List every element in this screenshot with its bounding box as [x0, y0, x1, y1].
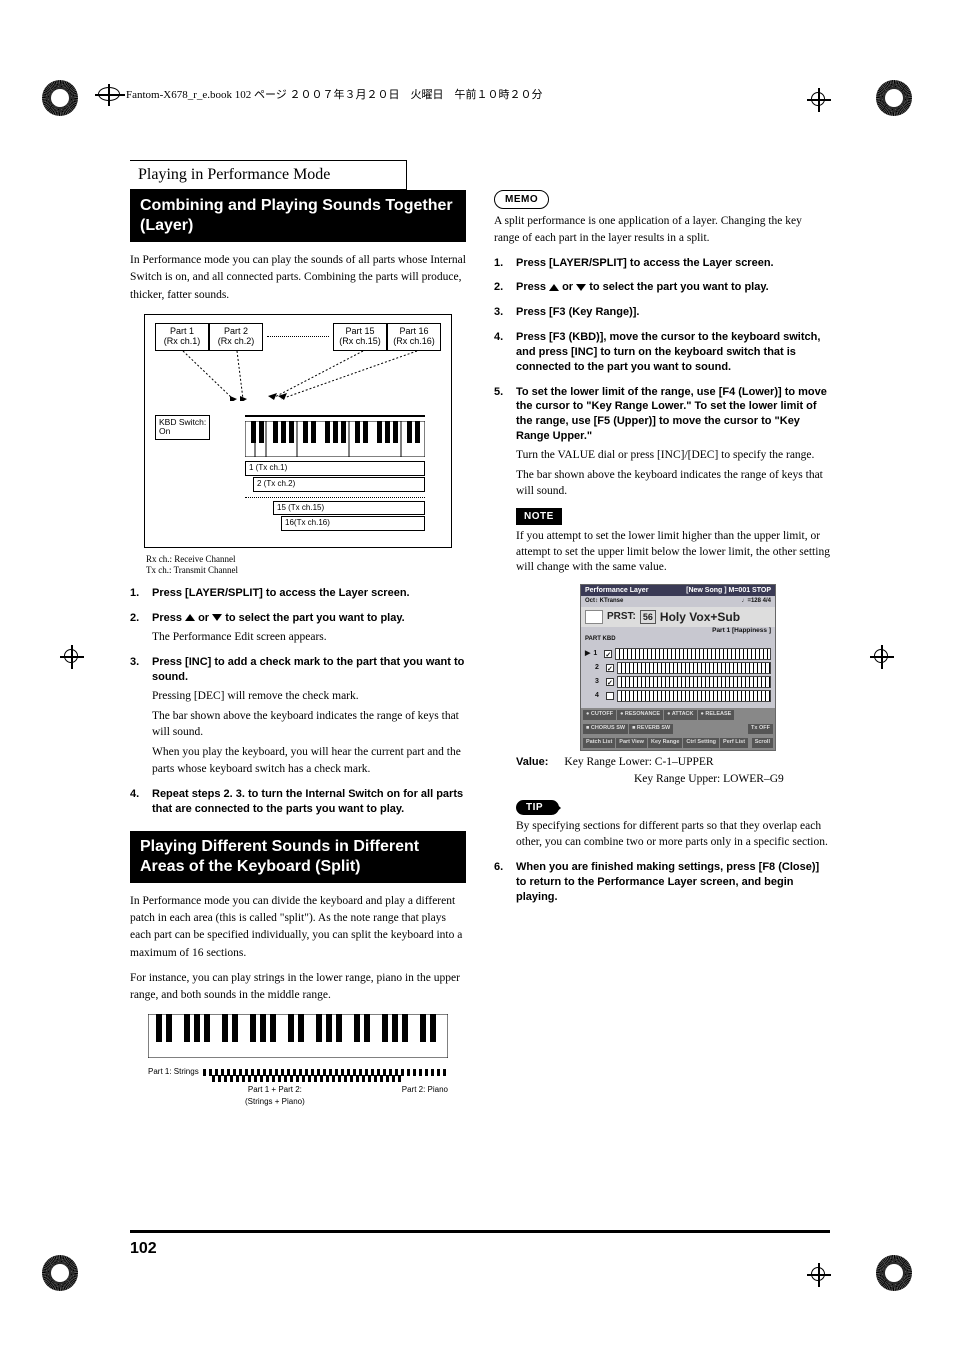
chapter-title-box: Playing in Performance Mode — [130, 160, 407, 190]
step-item: Repeat steps 2. 3. to turn the Internal … — [130, 787, 466, 817]
step-body: When you play the keyboard, you will hea… — [152, 744, 466, 777]
step-body: The bar shown above the keyboard indicat… — [516, 467, 830, 500]
paragraph: For instance, you can play strings in th… — [130, 970, 466, 1005]
step-body: The Performance Edit screen appears. — [152, 629, 466, 646]
paragraph: If you attempt to set the lower limit hi… — [516, 529, 830, 576]
split-label-right: Part 2: Piano — [402, 1084, 448, 1108]
value-label: Value: — [516, 755, 548, 771]
crop-mark-bl — [40, 1253, 80, 1293]
tx-label: 15 (Tx ch.15) — [273, 501, 425, 516]
paragraph: In Performance mode you can divide the k… — [130, 893, 466, 962]
section-header-layer: Combining and Playing Sounds Together (L… — [130, 190, 466, 242]
left-column: Combining and Playing Sounds Together (L… — [130, 190, 466, 1118]
page-number: 102 — [130, 1240, 157, 1258]
right-column: MEMO A split performance is one applicat… — [494, 190, 830, 1118]
lcd-screenshot: Performance Layer[New Song ] M=001 STOP … — [580, 584, 776, 751]
part-name-line: Part 1 [Happiness ] — [581, 627, 775, 636]
registration-mark — [807, 88, 831, 112]
step-body: The bar shown above the keyboard indicat… — [152, 708, 466, 741]
diagram-part-box: Part 15(Rx ch.15) — [333, 323, 387, 351]
step-body: Turn the VALUE dial or press [INC]/[DEC]… — [516, 447, 830, 464]
paragraph: In Performance mode you can play the sou… — [130, 252, 466, 304]
registration-mark — [870, 645, 894, 669]
down-arrow-icon — [212, 614, 222, 621]
step-item: Press or to select the part you want to … — [130, 611, 466, 646]
value-text: Key Range Upper: LOWER–G9 — [634, 772, 830, 788]
crop-mark-tl — [40, 78, 80, 118]
book-file-header: Fantom-X678_r_e.book 102 ページ ２００７年３月２０日 … — [98, 86, 543, 102]
step-item: Press or to select the part you want to … — [494, 280, 830, 295]
chapter-title: Playing in Performance Mode — [138, 166, 330, 183]
tx-label: 2 (Tx ch.2) — [253, 477, 425, 492]
registration-mark — [60, 645, 84, 669]
paragraph: By specifying sections for different par… — [516, 819, 830, 850]
diagram-part-box: Part 2(Rx ch.2) — [209, 323, 263, 351]
down-arrow-icon — [576, 284, 586, 291]
diagram-part-box: Part 1(Rx ch.1) — [155, 323, 209, 351]
value-text: Key Range Lower: C-1–UPPER — [564, 755, 713, 771]
book-header-text: Fantom-X678_r_e.book 102 ページ ２００７年３月２０日 … — [126, 86, 543, 102]
split-label-left: Part 1: Strings — [148, 1066, 199, 1078]
kbd-switch-label: KBD Switch:On — [155, 415, 235, 440]
step-item: To set the lower limit of the range, use… — [494, 385, 830, 851]
mini-keyboard-icon — [585, 610, 603, 624]
step-item: Press [F3 (Key Range)]. — [494, 305, 830, 320]
memo-badge: MEMO — [494, 190, 549, 209]
step-body: Pressing [DEC] will remove the check mar… — [152, 688, 466, 705]
paragraph: A split performance is one application o… — [494, 213, 830, 248]
diagram-part-box: Part 16(Rx ch.16) — [387, 323, 441, 351]
crop-mark-br — [874, 1253, 914, 1293]
registration-mark — [807, 1263, 831, 1287]
note-badge: NOTE — [516, 508, 562, 526]
book-icon — [98, 87, 120, 101]
tx-label: 1 (Tx ch.1) — [245, 461, 425, 476]
keyboard-icon — [245, 421, 425, 457]
step-item: Press [INC] to add a check mark to the p… — [130, 655, 466, 777]
split-diagram: Part 1: Strings Part 1 + Part 2: (String… — [148, 1014, 448, 1108]
crop-mark-tr — [874, 78, 914, 118]
tx-label: 16(Tx ch.16) — [281, 516, 425, 531]
step-item: Press [LAYER/SPLIT] to access the Layer … — [130, 586, 466, 601]
layer-diagram: Part 1(Rx ch.1) Part 2(Rx ch.2) Part 15(… — [144, 314, 452, 548]
step-item: Press [F3 (KBD)], move the cursor to the… — [494, 330, 830, 375]
up-arrow-icon — [185, 614, 195, 621]
split-label-mid: Part 1 + Part 2: (Strings + Piano) — [245, 1084, 305, 1108]
diagram-caption: Rx ch.: Receive Channel Tx ch.: Transmit… — [146, 554, 466, 576]
footer-rule — [130, 1230, 830, 1236]
page-body: Playing in Performance Mode Combining an… — [130, 160, 830, 1118]
section-header-split: Playing Different Sounds in Different Ar… — [130, 831, 466, 883]
diagram-arrows — [145, 351, 453, 401]
tip-badge: TIP — [516, 800, 559, 816]
keyboard-icon — [148, 1014, 448, 1058]
step-item: When you are finished making settings, p… — [494, 860, 830, 905]
step-item: Press [LAYER/SPLIT] to access the Layer … — [494, 256, 830, 271]
up-arrow-icon — [549, 284, 559, 291]
